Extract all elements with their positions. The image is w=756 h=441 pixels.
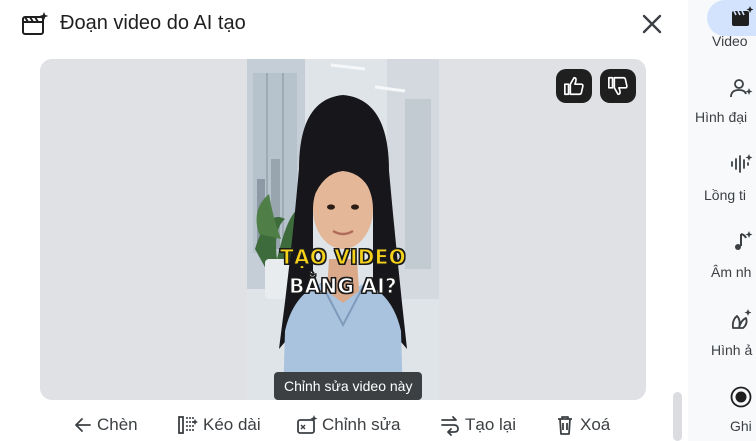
record-icon [728, 384, 754, 410]
video-preview-area: TẠO VIDEO BẰNG AI? Chỉnh sửa video này [40, 59, 646, 400]
arrow-left-icon [75, 418, 91, 432]
insert-label: Chèn [97, 415, 138, 434]
rail-item-image[interactable]: Hình ả [688, 307, 756, 367]
close-icon[interactable] [637, 9, 667, 39]
video-player[interactable]: TẠO VIDEO BẰNG AI? [247, 59, 439, 400]
edit-video-tooltip[interactable]: Chỉnh sửa video này [274, 372, 423, 400]
rail-item-music[interactable]: Âm nh [688, 229, 756, 289]
rail-item-video[interactable]: Video [688, 0, 756, 68]
dialog-title: Đoạn video do AI tạo [60, 12, 246, 34]
scrollbar-thumb[interactable] [673, 392, 682, 441]
edit-label: Chỉnh sửa [322, 415, 401, 434]
video-sparkle-icon [22, 12, 49, 35]
thumbs-down-button[interactable] [600, 69, 636, 103]
extend-button[interactable]: Kéo dài [177, 411, 261, 439]
rail-item-label: Hình đại [695, 109, 748, 125]
delete-button[interactable]: Xoá [554, 411, 610, 439]
thumbs-down-icon [608, 76, 628, 96]
delete-label: Xoá [580, 415, 611, 434]
extend-icon [178, 416, 198, 434]
rail-item-label: Video [712, 33, 748, 49]
trash-icon [558, 416, 572, 435]
regenerate-icon [441, 416, 459, 436]
video-caption-line2: BẰNG AI? [289, 274, 397, 299]
rail-item-label: Hình ả [711, 342, 753, 358]
video-frame-illustration [247, 59, 439, 400]
image-sparkle-icon [728, 307, 754, 333]
tool-rail: Video Hình đại Lồng ti Âm nh Hình ả Ghi [688, 0, 756, 441]
insert-button[interactable]: Chèn [73, 411, 138, 439]
voiceover-icon [728, 151, 754, 177]
avatar-sparkle-icon [728, 75, 754, 101]
thumbs-up-icon [564, 76, 584, 96]
rail-item-avatar[interactable]: Hình đại [688, 75, 756, 135]
regenerate-label: Tạo lại [465, 415, 517, 434]
rail-item-voiceover[interactable]: Lồng ti [688, 151, 756, 211]
thumbs-up-button[interactable] [556, 69, 592, 103]
extend-label: Kéo dài [203, 415, 261, 434]
video-sparkle-icon [729, 4, 755, 30]
edit-button[interactable]: Chỉnh sửa [296, 411, 400, 439]
regenerate-button[interactable]: Tạo lại [439, 411, 516, 439]
rail-item-label: Ghi [730, 418, 752, 434]
video-caption-line1: TẠO VIDEO [280, 245, 407, 270]
rail-item-record[interactable]: Ghi [688, 384, 756, 441]
rail-item-label: Âm nh [711, 264, 752, 280]
ai-video-dialog: Đoạn video do AI tạo TẠO VIDEO BẰNG AI? … [0, 0, 688, 441]
rail-item-label: Lồng ti [704, 187, 747, 203]
music-note-icon [728, 229, 754, 255]
magic-edit-icon [297, 415, 318, 434]
